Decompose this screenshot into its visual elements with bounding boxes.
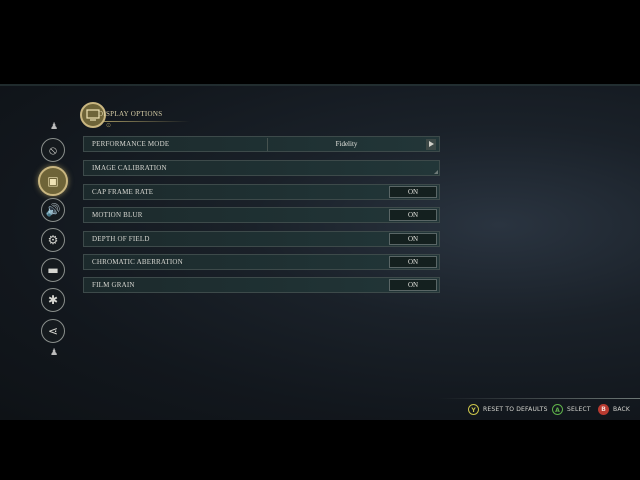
performance-mode-label: PERFORMANCE MODE xyxy=(92,140,170,148)
performance-mode-row[interactable]: PERFORMANCE MODE Fidelity xyxy=(83,136,440,152)
letterbox-top xyxy=(0,0,640,84)
motion-blur-toggle[interactable]: ON xyxy=(389,209,437,221)
corner-marker-icon xyxy=(434,170,438,174)
performance-mode-value: Fidelity xyxy=(335,140,358,148)
film-grain-row[interactable]: FILM GRAIN ON xyxy=(83,277,440,293)
depth-of-field-label: DEPTH OF FIELD xyxy=(92,235,150,243)
depth-of-field-row[interactable]: DEPTH OF FIELD ON xyxy=(83,231,440,247)
title-ornament-icon: ⊙ xyxy=(106,122,112,129)
footer-divider xyxy=(438,398,640,399)
chromatic-aberration-row[interactable]: CHROMATIC ABERRATION ON xyxy=(83,254,440,270)
select-label: SELECT xyxy=(567,405,591,413)
page-title: DISPLAY OPTIONS xyxy=(98,110,163,118)
y-button-icon: Y xyxy=(468,403,479,415)
cap-frame-rate-row[interactable]: CAP FRAME RATE ON xyxy=(83,184,440,200)
motion-blur-value: ON xyxy=(407,211,419,219)
film-grain-value: ON xyxy=(407,281,419,289)
b-button-icon: B xyxy=(598,403,609,415)
back-hint[interactable]: B BACK xyxy=(598,403,630,415)
depth-of-field-value: ON xyxy=(407,235,419,243)
nav-accessibility-icon[interactable]: ✱ xyxy=(41,288,65,312)
image-calibration-label: IMAGE CALIBRATION xyxy=(92,164,167,172)
motion-blur-label: MOTION BLUR xyxy=(92,211,143,219)
cap-frame-rate-value: ON xyxy=(407,188,419,196)
title-underline xyxy=(104,121,190,122)
motion-blur-row[interactable]: MOTION BLUR ON xyxy=(83,207,440,223)
nav-audio-icon[interactable]: 🔊 xyxy=(41,198,65,222)
chevron-right-icon[interactable] xyxy=(426,139,436,150)
reset-to-defaults-hint[interactable]: Y RESET TO DEFAULTS xyxy=(468,403,548,415)
nav-share-icon[interactable]: ⋖ xyxy=(41,319,65,343)
letterbox-bottom xyxy=(0,420,640,480)
select-hint[interactable]: A SELECT xyxy=(552,403,591,415)
nav-down-hint-icon: ♟ xyxy=(49,348,59,358)
cap-frame-rate-label: CAP FRAME RATE xyxy=(92,188,154,196)
chromatic-aberration-value: ON xyxy=(407,258,419,266)
nav-up-hint-icon: ♟ xyxy=(49,122,59,132)
settings-background xyxy=(0,84,640,420)
back-label: BACK xyxy=(613,405,631,413)
film-grain-label: FILM GRAIN xyxy=(92,281,135,289)
image-calibration-row[interactable]: IMAGE CALIBRATION xyxy=(83,160,440,176)
nav-gear-icon[interactable]: ⚙ xyxy=(41,228,65,252)
nav-display-icon[interactable]: ▣ xyxy=(38,166,68,196)
chromatic-aberration-toggle[interactable]: ON xyxy=(389,256,437,268)
chromatic-aberration-label: CHROMATIC ABERRATION xyxy=(92,258,183,266)
cap-frame-rate-toggle[interactable]: ON xyxy=(389,186,437,198)
film-grain-toggle[interactable]: ON xyxy=(389,279,437,291)
depth-of-field-toggle[interactable]: ON xyxy=(389,233,437,245)
nav-controller-icon[interactable]: ▬ xyxy=(41,258,65,282)
a-button-icon: A xyxy=(552,403,563,415)
reset-to-defaults-label: RESET TO DEFAULTS xyxy=(483,405,548,413)
nav-compass-icon[interactable]: ⦸ xyxy=(41,138,65,162)
